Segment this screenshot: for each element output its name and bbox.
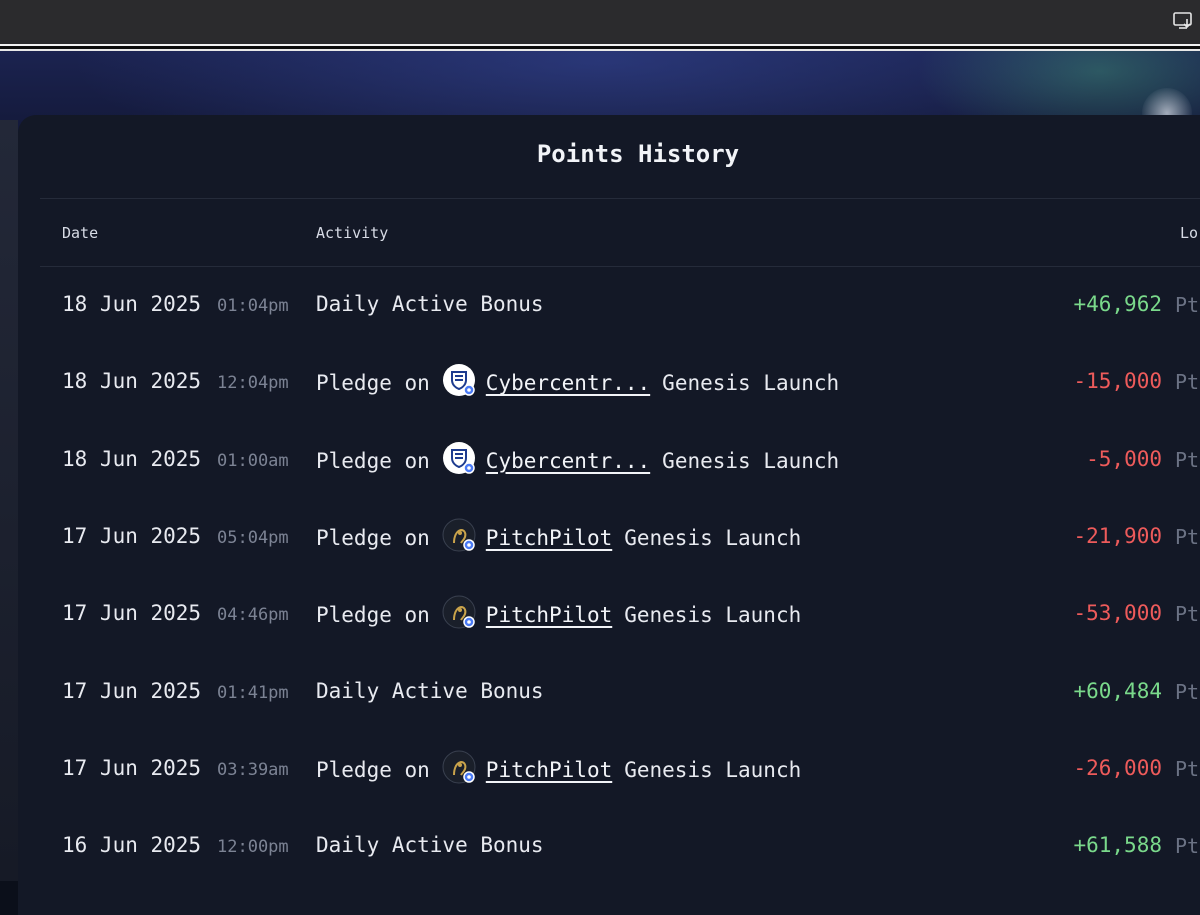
activity-label: Daily Active Bonus xyxy=(316,833,544,858)
table-row: 17 Jun 2025 05:04pm Pledge on PitchPilot Gen… xyxy=(0,498,1200,575)
activity-label: Daily Active Bonus xyxy=(316,292,544,316)
row-time: 01:41pm xyxy=(217,682,289,703)
row-time: 01:04pm xyxy=(217,296,289,316)
row-time: 05:04pm xyxy=(217,527,289,548)
table-row: 18 Jun 2025 01:00am Pledge on Cybercentr...… xyxy=(0,421,1200,498)
table-row: 17 Jun 2025 01:41pm Daily Active Bonus +60,… xyxy=(0,653,1200,730)
row-date: 18 Jun 2025 xyxy=(62,446,202,471)
table-row: 17 Jun 2025 04:46pm Pledge on PitchPilot Gen… xyxy=(0,575,1200,652)
page-title: Points History xyxy=(536,140,740,168)
row-activity: Daily Active Bonus xyxy=(316,833,544,857)
row-activity: Pledge on Cybercentr... Genesis Launch xyxy=(316,364,840,397)
project-link[interactable]: PitchPilot xyxy=(486,526,612,550)
row-date: 17 Jun 2025 xyxy=(62,678,202,703)
row-date: 18 Jun 2025 xyxy=(62,292,202,316)
browser-toolbar xyxy=(0,0,1200,44)
row-date: 17 Jun 2025 xyxy=(62,523,202,548)
cybercentr-logo-icon xyxy=(442,441,476,475)
row-amount: -21,900 xyxy=(1073,523,1162,548)
pitchpilot-logo-icon xyxy=(442,518,476,552)
activity-suffix: Genesis Launch xyxy=(662,371,840,396)
row-activity: Daily Active Bonus xyxy=(316,292,544,316)
cybercentr-logo-icon xyxy=(442,363,476,397)
column-header-date: Date xyxy=(62,224,99,242)
row-amount: +46,962 xyxy=(1073,292,1162,316)
row-unit: Pt xyxy=(1175,756,1200,781)
row-unit: Pt xyxy=(1175,293,1200,317)
project-link[interactable]: Cybercentr... xyxy=(486,449,650,473)
row-activity: Pledge on Cybercentr... Genesis Launch xyxy=(316,441,840,475)
activity-suffix: Genesis Launch xyxy=(662,448,840,473)
row-amount: +60,484 xyxy=(1073,678,1162,703)
activity-label: Pledge on xyxy=(316,603,430,628)
table-header: Date Activity Lo xyxy=(40,198,1200,267)
row-activity: Daily Active Bonus xyxy=(316,679,544,703)
row-activity: Pledge on PitchPilot Genesis Launch xyxy=(316,518,802,552)
row-unit: Pt xyxy=(1175,602,1200,627)
row-date: 17 Jun 2025 xyxy=(62,601,202,626)
row-time: 01:00am xyxy=(217,450,289,471)
row-amount: -53,000 xyxy=(1073,601,1162,626)
row-amount: -5,000 xyxy=(1086,446,1162,471)
row-unit: Pt xyxy=(1175,447,1200,472)
activity-suffix: Genesis Launch xyxy=(624,525,802,550)
activity-label: Pledge on xyxy=(316,448,430,473)
project-link[interactable]: Cybercentr... xyxy=(486,371,650,395)
row-unit: Pt xyxy=(1175,524,1200,549)
project-link[interactable]: PitchPilot xyxy=(486,603,612,627)
activity-suffix: Genesis Launch xyxy=(624,603,802,628)
row-unit: Pt xyxy=(1175,370,1200,395)
activity-label: Pledge on xyxy=(316,757,430,782)
screen-download-icon[interactable] xyxy=(1172,10,1194,32)
row-time: 03:39am xyxy=(217,759,289,780)
project-link[interactable]: PitchPilot xyxy=(486,758,612,782)
row-date: 17 Jun 2025 xyxy=(62,755,202,780)
row-activity: Pledge on PitchPilot Genesis Launch xyxy=(316,750,802,784)
table-row: 18 Jun 2025 01:04pm Daily Active Bonus +46,… xyxy=(0,266,1200,343)
activity-label: Pledge on xyxy=(316,525,430,550)
row-time: 12:00pm xyxy=(217,837,289,858)
table-row: 18 Jun 2025 12:04pm Pledge on Cybercentr...… xyxy=(0,343,1200,420)
row-time: 12:04pm xyxy=(217,373,289,394)
row-amount: -26,000 xyxy=(1073,755,1162,780)
row-unit: Pt xyxy=(1175,679,1200,704)
pitchpilot-logo-icon xyxy=(442,595,476,629)
row-date: 16 Jun 2025 xyxy=(62,833,202,858)
row-amount: -15,000 xyxy=(1073,369,1162,394)
row-activity: Pledge on PitchPilot Genesis Launch xyxy=(316,595,802,629)
row-unit: Pt xyxy=(1175,834,1200,859)
column-header-activity: Activity xyxy=(316,224,389,242)
column-header-amount: Lo xyxy=(1180,224,1199,242)
row-time: 04:46pm xyxy=(217,605,289,626)
row-amount: +61,588 xyxy=(1073,833,1162,858)
table-row: 17 Jun 2025 03:39am Pledge on PitchPilot Gen… xyxy=(0,730,1200,807)
activity-label: Daily Active Bonus xyxy=(316,678,544,703)
activity-suffix: Genesis Launch xyxy=(624,757,802,782)
pitchpilot-logo-icon xyxy=(442,750,476,784)
activity-label: Pledge on xyxy=(316,371,430,396)
row-date: 18 Jun 2025 xyxy=(62,369,202,394)
table-row: 16 Jun 2025 12:00pm Daily Active Bonus +61,… xyxy=(0,807,1200,884)
